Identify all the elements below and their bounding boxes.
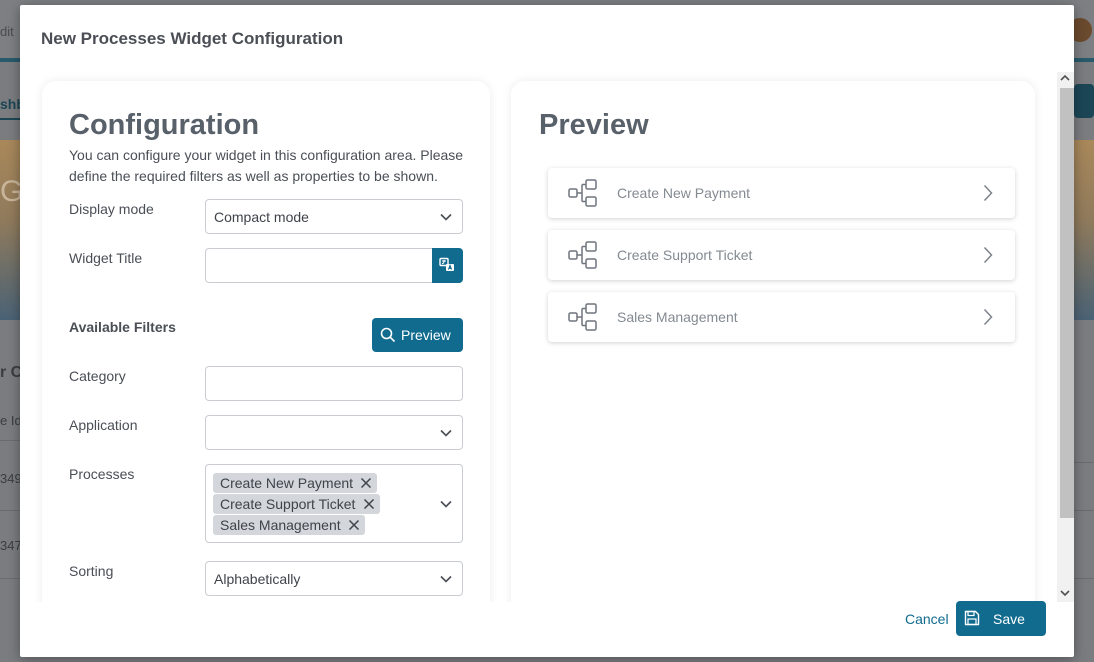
process-flow-icon <box>568 179 597 207</box>
cancel-button[interactable]: Cancel <box>905 611 949 627</box>
process-chip: Create New Payment <box>213 473 377 493</box>
process-flow-icon <box>568 303 597 331</box>
bg-edit-text: dit <box>0 24 14 39</box>
close-icon[interactable] <box>360 477 372 489</box>
bg-divider <box>0 510 20 511</box>
translate-icon <box>439 257 454 271</box>
chevron-down-icon <box>440 500 452 508</box>
scroll-up-icon[interactable] <box>1059 72 1071 84</box>
process-chip: Create Support Ticket <box>213 494 380 514</box>
dialog-title: New Processes Widget Configuration <box>41 29 344 48</box>
widget-title-input[interactable] <box>205 248 433 283</box>
scrollbar-thumb[interactable] <box>1060 88 1074 518</box>
process-chip-label: Sales Management <box>220 517 341 533</box>
search-icon <box>380 327 396 343</box>
category-label: Category <box>69 368 126 384</box>
preview-panel: Preview Create New Payment Create Suppor… <box>511 81 1035 602</box>
chevron-right-icon <box>983 246 993 264</box>
available-filters-label: Available Filters <box>69 319 176 335</box>
category-input[interactable] <box>205 366 463 401</box>
bg-row-id: 347 <box>0 538 22 553</box>
widget-config-dialog: New Processes Widget Configuration Confi… <box>20 5 1074 657</box>
floppy-disk-icon <box>964 610 980 626</box>
bg-tab-underline <box>0 118 20 120</box>
bg-divider <box>1074 462 1094 463</box>
bg-divider <box>1074 578 1094 579</box>
configuration-description: You can configure your widget in this co… <box>69 147 464 184</box>
display-mode-value: Compact mode <box>214 209 309 225</box>
processes-label: Processes <box>69 466 135 482</box>
process-card-title: Create New Payment <box>617 185 751 201</box>
save-button[interactable]: Save <box>956 601 1046 636</box>
bg-id-label: e Id <box>0 413 22 428</box>
scroll-down-icon[interactable] <box>1059 587 1071 599</box>
chevron-down-icon <box>440 213 452 221</box>
process-flow-icon <box>568 241 597 269</box>
configuration-heading: Configuration <box>69 109 260 141</box>
bg-divider <box>0 578 20 579</box>
preview-button-label: Preview <box>401 327 451 343</box>
translate-button[interactable] <box>432 248 463 283</box>
process-card[interactable]: Create Support Ticket <box>548 230 1015 280</box>
bg-button <box>1074 84 1094 118</box>
sorting-value: Alphabetically <box>214 571 301 587</box>
bg-section-label: r C <box>0 364 23 381</box>
chevron-right-icon <box>983 308 993 326</box>
process-card-title: Create Support Ticket <box>617 247 753 263</box>
close-icon[interactable] <box>363 498 375 510</box>
widget-title-label: Widget Title <box>69 250 143 266</box>
bg-divider <box>0 440 20 441</box>
application-label: Application <box>69 417 138 433</box>
close-icon[interactable] <box>348 519 360 531</box>
chevron-down-icon <box>440 575 452 583</box>
dialog-content: Configuration You can configure your wid… <box>20 72 1074 602</box>
application-select[interactable] <box>205 415 463 450</box>
chevron-down-icon <box>440 429 452 437</box>
sorting-select[interactable]: Alphabetically <box>205 561 463 596</box>
save-button-label: Save <box>993 611 1025 627</box>
display-mode-select[interactable]: Compact mode <box>205 199 463 234</box>
display-mode-label: Display mode <box>69 201 154 217</box>
chevron-right-icon <box>983 184 993 202</box>
preview-button[interactable]: Preview <box>372 318 463 352</box>
process-chip: Sales Management <box>213 515 365 535</box>
process-card[interactable]: Sales Management <box>548 292 1015 342</box>
process-chip-label: Create Support Ticket <box>220 496 356 512</box>
process-card[interactable]: Create New Payment <box>548 168 1015 218</box>
process-chip-label: Create New Payment <box>220 475 354 491</box>
process-card-title: Sales Management <box>617 309 738 325</box>
sorting-label: Sorting <box>69 563 114 579</box>
bg-divider <box>1074 510 1094 511</box>
configuration-panel: Configuration You can configure your wid… <box>42 81 490 602</box>
preview-heading: Preview <box>539 109 649 141</box>
processes-multiselect[interactable]: Create New Payment Create Support Ticket… <box>205 464 463 543</box>
bg-row-id: 349 <box>0 471 22 486</box>
